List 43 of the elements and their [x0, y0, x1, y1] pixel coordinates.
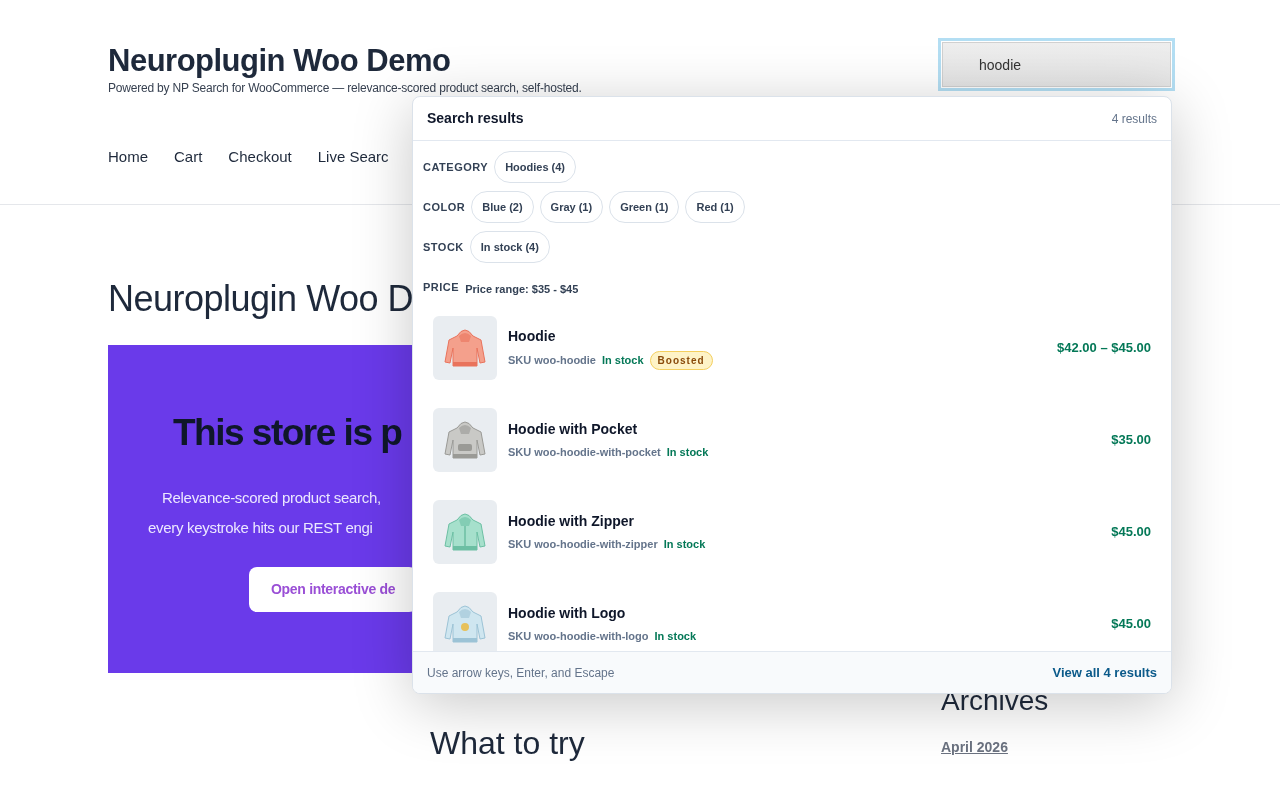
archive-link[interactable]: April 2026 — [941, 737, 1049, 758]
hero-text: every keystroke hits our REST engi — [148, 518, 373, 538]
section-heading: What to try — [430, 724, 586, 763]
nav-link[interactable]: Checkout — [228, 146, 292, 169]
sidebar-heading: Archives — [941, 684, 1049, 718]
facet-label: CATEGORY — [423, 160, 489, 175]
stock-status: In stock — [602, 352, 644, 368]
result-item[interactable]: Hoodie with Pocket SKU woo-hoodie-with-pocket In stock $35.00 — [433, 407, 1151, 472]
nav-link[interactable]: Live Searc — [317, 146, 389, 169]
dropdown-title: Search results — [427, 109, 524, 128]
result-item[interactable]: Hoodie with Zipper SKU woo-hoodie-with-zipper In stock $45.00 — [433, 499, 1151, 564]
product-price: $42.00 – $45.00 — [1057, 338, 1151, 357]
price-range: Price range: $35 - $45 — [465, 282, 579, 297]
nav-link[interactable]: Cart — [174, 146, 203, 169]
product-name: Hoodie with Pocket — [508, 419, 639, 439]
keyboard-hint: Use arrow keys, Enter, and Escape — [427, 664, 615, 682]
boosted-badge: Boosted — [649, 350, 713, 370]
stock-status: In stock — [663, 536, 706, 552]
hero-heading: This store is p — [173, 411, 402, 455]
stock-status: In stock — [666, 444, 709, 460]
product-sku: SKU woo-hoodie-with-logo — [508, 628, 649, 644]
facet-label: STOCK — [423, 240, 464, 255]
site-title[interactable]: Neuroplugin Woo Demo — [108, 42, 582, 80]
product-sku: SKU woo-hoodie — [508, 352, 596, 368]
view-all-link[interactable]: View all 4 results — [1052, 662, 1157, 683]
facet-label: PRICE — [423, 280, 460, 295]
result-count: 4 results — [1111, 110, 1157, 128]
page-title: Neuroplugin Woo D — [108, 277, 413, 321]
product-sku: SKU woo-hoodie-with-zipper — [508, 536, 658, 552]
product-price: $45.00 — [1111, 522, 1151, 541]
product-name: Hoodie with Logo — [508, 603, 627, 623]
product-price: $35.00 — [1111, 430, 1151, 449]
result-item[interactable]: Hoodie SKU woo-hoodie In stock Boosted $42.00 – $45.00 — [433, 315, 1151, 380]
result-item[interactable]: Hoodie with Logo SKU woo-hoodie-with-logo In stock $45.00 — [433, 591, 1151, 651]
hero-text: Relevance-scored product search, — [162, 488, 381, 508]
nav-link[interactable]: Home — [108, 146, 148, 169]
product-name: Hoodie — [508, 326, 557, 346]
site-tagline: Powered by NP Search for WooCommerce — relevance-scored product search, self-hosted. — [108, 81, 582, 96]
facet-label: COLOR — [423, 200, 466, 215]
product-price: $45.00 — [1111, 614, 1151, 633]
product-name: Hoodie with Zipper — [508, 511, 635, 531]
product-sku: SKU woo-hoodie-with-pocket — [508, 444, 661, 460]
stock-status: In stock — [654, 628, 697, 644]
